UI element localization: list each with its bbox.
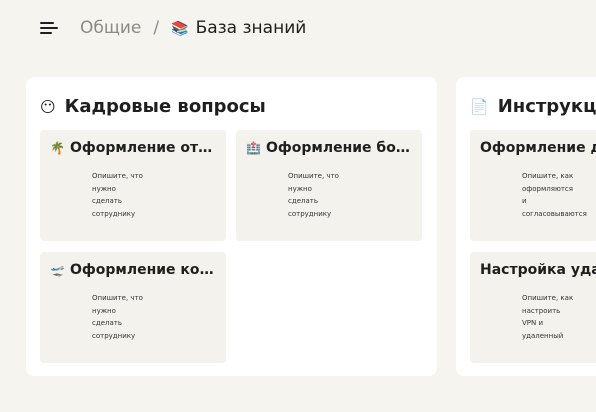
- card-vacation[interactable]: 🌴 Оформление отпуска Опишите, что нужно с…: [40, 130, 226, 241]
- document-icon: 📄: [470, 98, 489, 116]
- card-description: Опишите, как оформляются и согласовывают…: [522, 172, 587, 218]
- breadcrumb-parent-link[interactable]: Общие: [80, 18, 141, 38]
- page: Общие / 📚 База знаний 😶 Кадровые вопросы 🌴 Оф…: [0, 0, 596, 412]
- card-title: 🌴 Оформление отпуска: [50, 138, 218, 158]
- card-sick-leave[interactable]: 🏥 Оформление больн... Опишите, что нужно …: [236, 130, 422, 241]
- section-hr-questions: 😶 Кадровые вопросы 🌴 Оформление отпуска Оп…: [26, 77, 437, 376]
- books-icon: 📚: [171, 20, 189, 37]
- card-title-text: Настройка удале: [480, 262, 596, 278]
- palm-tree-icon: 🌴: [50, 141, 65, 155]
- card-document-processing[interactable]: Оформление док Опишите, как оформляются …: [470, 130, 596, 241]
- header: Общие / 📚 База знаний: [40, 18, 306, 38]
- card-description: Опишите, что нужно сделать сотруднику: [92, 172, 143, 218]
- breadcrumb-current: База знаний: [195, 17, 307, 38]
- airplane-icon: 🛫: [50, 263, 65, 277]
- menu-icon[interactable]: [40, 21, 58, 35]
- card-description: Опишите, как настроить VPN и удаленный: [522, 294, 574, 340]
- section-instructions: 📄 Инструкции Оформление док Опишите, как …: [456, 77, 596, 376]
- card-title-text: Оформление отпуска: [69, 140, 218, 156]
- card-business-trip[interactable]: 🛫 Оформление коман... Опишите, что нужно …: [40, 252, 226, 363]
- card-title: 🏥 Оформление больн...: [246, 138, 414, 158]
- card-title-text: Оформление коман...: [69, 262, 218, 278]
- card-title-text: Оформление больн...: [265, 140, 414, 156]
- card-title-text: Оформление док: [480, 140, 596, 156]
- hospital-icon: 🏥: [246, 141, 261, 155]
- card-description: Опишите, что нужно сделать сотруднику: [92, 294, 143, 340]
- section-title-text: Кадровые вопросы: [64, 96, 266, 117]
- section-title: 📄 Инструкции: [470, 96, 596, 118]
- face-icon: 😶: [40, 98, 56, 116]
- card-description: Опишите, что нужно сделать сотруднику: [288, 172, 339, 218]
- card-remote-setup[interactable]: Настройка удале Опишите, как настроить V…: [470, 252, 596, 363]
- breadcrumb-separator: /: [153, 17, 160, 38]
- card-title: Оформление док: [480, 138, 596, 158]
- card-title: Настройка удале: [480, 260, 596, 280]
- section-title: 😶 Кадровые вопросы: [40, 96, 266, 118]
- breadcrumb: Общие / 📚 База знаний: [80, 18, 306, 39]
- card-title: 🛫 Оформление коман...: [50, 260, 218, 280]
- section-title-text: Инструкции: [497, 96, 596, 117]
